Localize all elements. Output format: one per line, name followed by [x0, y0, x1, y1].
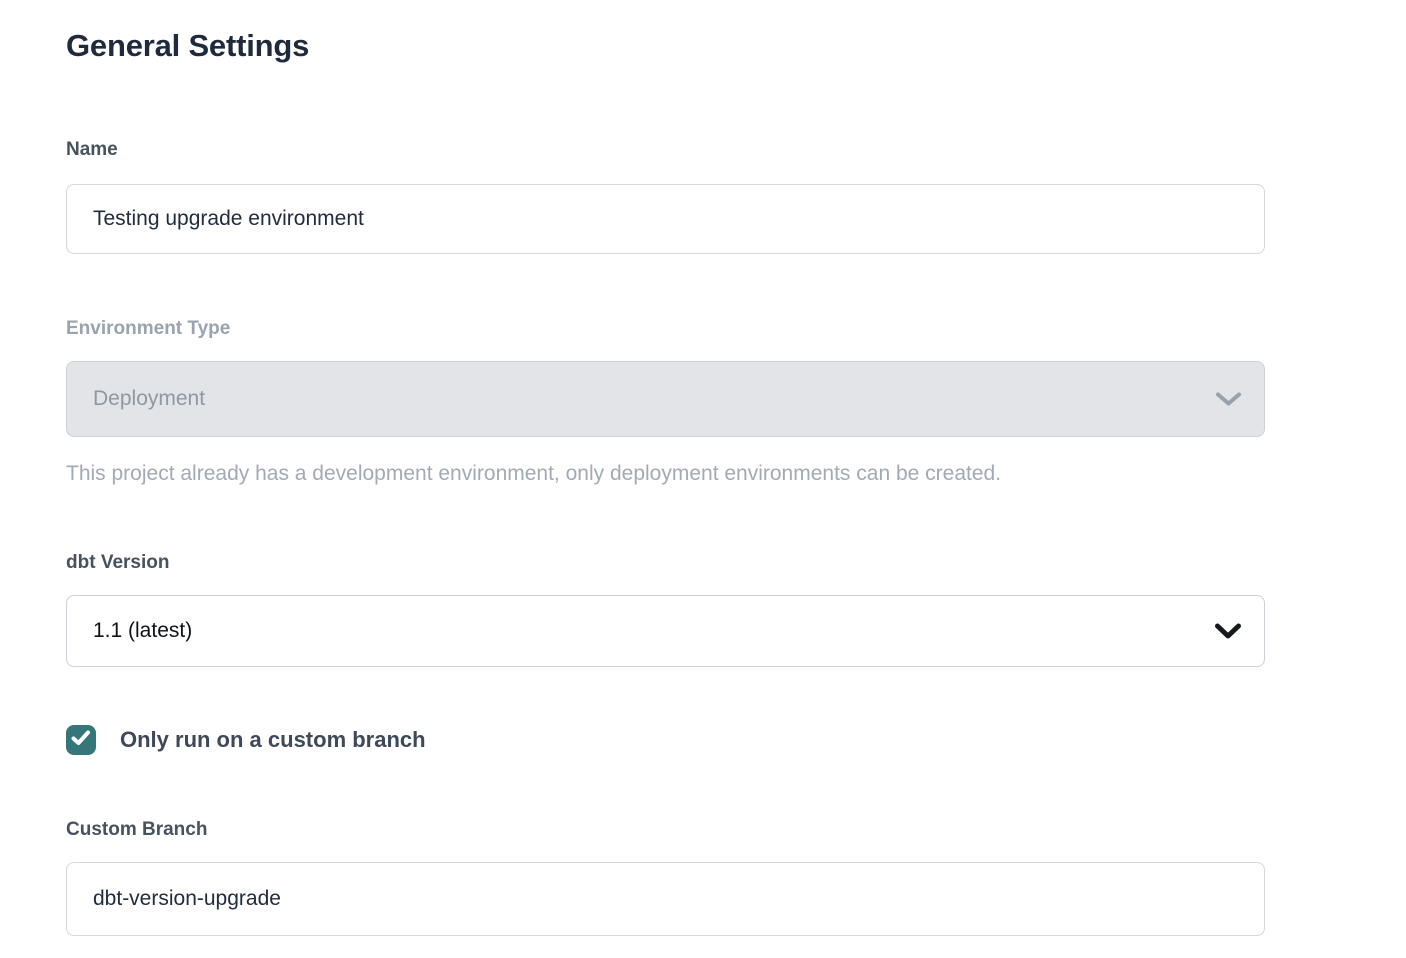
name-label: Name: [66, 139, 1265, 161]
chevron-down-icon: [1214, 622, 1242, 640]
environment-type-select: Deployment: [66, 361, 1265, 437]
dbt-version-label: dbt Version: [66, 552, 1265, 574]
custom-branch-field: Custom Branch: [66, 819, 1265, 936]
dbt-version-select[interactable]: 1.1 (latest): [66, 595, 1265, 667]
name-input[interactable]: [66, 184, 1265, 254]
page-title: General Settings: [66, 28, 1265, 64]
dbt-version-field: dbt Version 1.1 (latest): [66, 552, 1265, 667]
environment-type-value: Deployment: [93, 387, 205, 411]
environment-type-label: Environment Type: [66, 318, 1265, 340]
custom-branch-label: Custom Branch: [66, 819, 1265, 841]
custom-branch-checkbox-label[interactable]: Only run on a custom branch: [120, 727, 426, 753]
dbt-version-value: 1.1 (latest): [93, 619, 192, 643]
custom-branch-checkbox[interactable]: [66, 725, 96, 755]
environment-type-field: Environment Type Deployment This project…: [66, 318, 1265, 486]
general-settings-form: General Settings Name Environment Type D…: [0, 0, 1265, 936]
environment-type-help-text: This project already has a development e…: [66, 462, 1265, 486]
custom-branch-input[interactable]: [66, 862, 1265, 936]
check-icon: [71, 730, 91, 751]
chevron-down-icon: [1215, 391, 1242, 408]
name-field: Name: [66, 139, 1265, 254]
custom-branch-toggle-row: Only run on a custom branch: [66, 725, 1265, 755]
